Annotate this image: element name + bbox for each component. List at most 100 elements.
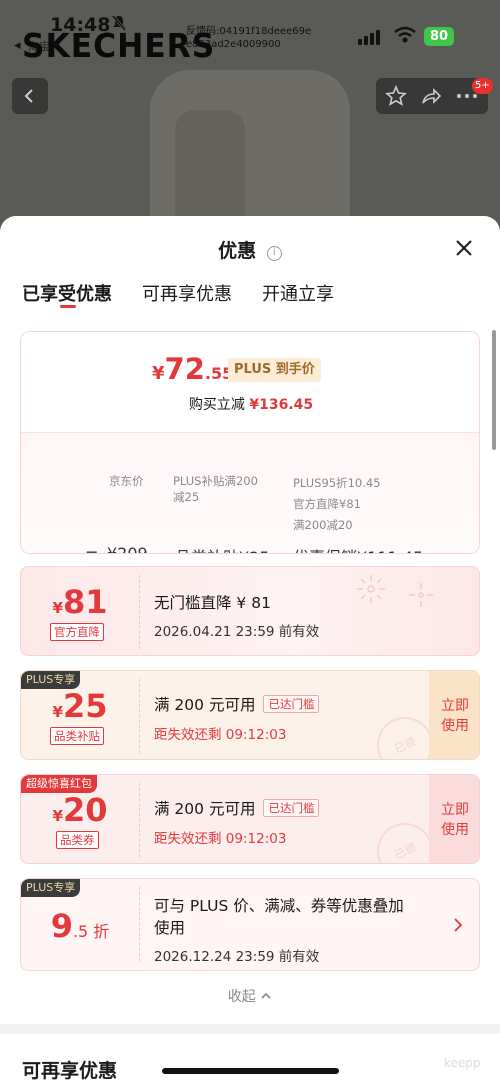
share-icon[interactable] bbox=[420, 85, 442, 107]
coupon-title-text: 满 200 元可用 bbox=[154, 800, 256, 818]
promo-note-line3: 满200减20 bbox=[293, 518, 353, 532]
instant-reduce-label: 购买立减 bbox=[188, 397, 245, 413]
promo-note: PLUS95折10.45 官方直降¥81 满200减20 bbox=[293, 473, 381, 536]
info-icon[interactable]: i bbox=[266, 246, 282, 261]
battery-indicator: 80 bbox=[424, 27, 454, 46]
final-price-integer: 72 bbox=[164, 352, 205, 386]
coupon-amount-suffix: .5 折 bbox=[72, 922, 110, 941]
coupon-validity: 2026.12.24 23:59 前有效 bbox=[154, 949, 320, 965]
background-product-page: ◂ 淘宝 SKECHERS 14:48 反馈码:04191f18deee69e … bbox=[0, 0, 500, 240]
formula-equals: = bbox=[85, 544, 99, 554]
price-summary-card: ¥72.55 PLUS 到手价 购买立减 ¥136.45 = ¥209 – 品类… bbox=[20, 331, 480, 554]
close-icon[interactable] bbox=[452, 236, 476, 260]
sheet-title: 优惠 i bbox=[0, 236, 500, 263]
use-now-label: 立即使用 bbox=[441, 698, 469, 734]
coupon-amount: ¥81 bbox=[21, 583, 139, 621]
chevron-left-icon bbox=[24, 89, 33, 103]
formula-minus-2: – bbox=[275, 544, 283, 554]
coupon-validity: 2026.04.21 23:59 前有效 bbox=[154, 624, 320, 640]
coupon-type-label: 官方直降 bbox=[50, 623, 104, 641]
coupon-category-subsidy[interactable]: PLUS专享 ¥25 品类补贴 满 200 元可用 已达门槛 距失效还剩 09:1… bbox=[20, 670, 480, 760]
coupon-divider bbox=[139, 575, 140, 649]
status-time: 14:48 bbox=[50, 14, 111, 36]
coupon-title: 可与 PLUS 价、满减、券等优惠叠加 使用 bbox=[154, 895, 404, 939]
coupon-type-label: 品类券 bbox=[56, 831, 99, 849]
coupon-amount: ¥25 bbox=[21, 687, 139, 725]
more-icon[interactable] bbox=[456, 93, 478, 99]
coupon-title: 满 200 元可用 已达门槛 bbox=[154, 693, 320, 715]
coupon-amount-value: 9 bbox=[50, 907, 73, 945]
subsidy-note: PLUS补贴满200 减25 bbox=[173, 473, 258, 505]
coupon-currency: ¥ bbox=[52, 599, 63, 617]
coupon-title-text: 满 200 元可用 bbox=[154, 696, 256, 714]
firework-decoration bbox=[357, 575, 433, 607]
chevron-right-icon[interactable] bbox=[453, 917, 463, 933]
use-now-label: 立即使用 bbox=[441, 802, 469, 838]
category-subsidy-value: 品类补贴¥25 bbox=[175, 544, 270, 553]
feedback-code-line1: 反馈码:04191f18deee69e bbox=[186, 26, 312, 37]
star-icon[interactable] bbox=[385, 85, 407, 107]
promo-note-line1: PLUS95折10.45 bbox=[293, 476, 381, 490]
use-now-button[interactable]: 立即使用 bbox=[429, 775, 479, 863]
tab-more-discounts[interactable]: 可再享优惠 bbox=[142, 280, 232, 316]
tab-activate-plus[interactable]: 开通立享 bbox=[262, 280, 334, 316]
coupon-amount-area: ¥81 官方直降 bbox=[21, 567, 139, 655]
coupon-amount: 9.5 折 bbox=[21, 907, 139, 945]
back-button[interactable] bbox=[12, 78, 48, 114]
coupon-countdown: 距失效还剩 09:12:03 bbox=[154, 827, 286, 847]
promo-note-line2: 官方直降¥81 bbox=[293, 497, 361, 511]
collapse-label: 收起 bbox=[227, 989, 256, 1005]
coupon-divider bbox=[139, 679, 140, 753]
coupon-amount-area: ¥25 品类补贴 bbox=[21, 671, 139, 759]
wifi-icon bbox=[394, 26, 416, 48]
jd-price-value: ¥209 bbox=[107, 544, 148, 554]
signal-icon bbox=[358, 30, 380, 45]
summary-top: ¥72.55 PLUS 到手价 购买立减 ¥136.45 bbox=[21, 332, 479, 432]
instant-reduce-line: 购买立减 ¥136.45 bbox=[21, 394, 479, 414]
coupon-amount-value: 20 bbox=[62, 791, 108, 829]
countdown-label: 距失效还剩 bbox=[154, 727, 226, 743]
instant-reduce-value: ¥136.45 bbox=[249, 397, 314, 413]
scrollbar[interactable] bbox=[492, 330, 496, 450]
back-to-app-icon[interactable]: ◂ bbox=[14, 38, 21, 53]
coupon-red-envelope[interactable]: 超级惊喜红包 ¥20 品类券 满 200 元可用 已达门槛 距失效还剩 09:12… bbox=[20, 774, 480, 864]
final-price: ¥72.55 bbox=[152, 352, 233, 386]
threshold-badge: 已达门槛 bbox=[263, 799, 320, 817]
coupon-title-line1: 可与 PLUS 价、满减、券等优惠叠加 bbox=[154, 897, 404, 915]
chevron-up-icon bbox=[261, 992, 271, 999]
bell-slash-icon bbox=[111, 15, 127, 35]
countdown-value: 09:12:03 bbox=[225, 831, 287, 847]
coupon-title-line2: 使用 bbox=[154, 919, 186, 937]
subsidy-note-line1: PLUS补贴满200 bbox=[173, 474, 258, 488]
coupon-official-reduction[interactable]: ¥81 官方直降 无门槛直降 ¥ 81 2026.04.21 23:59 前有效 bbox=[20, 566, 480, 656]
coupon-divider bbox=[139, 887, 140, 961]
coupon-amount-value: 81 bbox=[62, 583, 108, 621]
coupon-divider bbox=[139, 783, 140, 857]
coupon-title: 无门槛直降 ¥ 81 bbox=[154, 594, 271, 612]
formula-minus-1: – bbox=[155, 544, 163, 554]
tab-enjoyed-discounts[interactable]: 已享受优惠 bbox=[22, 280, 112, 316]
section-divider bbox=[0, 1024, 500, 1034]
subsidy-note-line2: 减25 bbox=[173, 490, 200, 504]
collapse-button[interactable]: 收起 bbox=[0, 986, 500, 1006]
discount-tabs: 已享受优惠 可再享优惠 开通立享 bbox=[22, 280, 334, 316]
coupon-title: 满 200 元可用 已达门槛 bbox=[154, 797, 320, 819]
coupon-type-label: 品类补贴 bbox=[50, 727, 104, 745]
more-discounts-section-title: 可再享优惠 bbox=[22, 1060, 118, 1082]
plus-price-tag: PLUS 到手价 bbox=[228, 358, 321, 382]
coupon-amount-value: 25 bbox=[62, 687, 108, 725]
promo-value: 优惠促销¥111.45 bbox=[293, 544, 423, 553]
final-price-currency: ¥ bbox=[152, 363, 165, 384]
coupon-plus-discount[interactable]: PLUS专享 9.5 折 可与 PLUS 价、满减、券等优惠叠加 使用 2026… bbox=[20, 878, 480, 971]
coupon-amount-area: 9.5 折 bbox=[21, 879, 139, 969]
threshold-badge: 已达门槛 bbox=[263, 695, 320, 713]
use-now-button[interactable]: 立即使用 bbox=[429, 671, 479, 759]
coupon-currency: ¥ bbox=[52, 703, 63, 721]
home-indicator[interactable] bbox=[162, 1068, 339, 1074]
coupon-countdown: 距失效还剩 09:12:03 bbox=[154, 723, 286, 743]
watermark: keepp bbox=[444, 1056, 481, 1070]
discount-sheet: 优惠 i 已享受优惠 可再享优惠 开通立享 ¥72.55 PLUS 到手价 购买… bbox=[0, 216, 500, 1084]
sheet-title-text: 优惠 bbox=[218, 240, 257, 262]
cart-badge: 5+ bbox=[472, 78, 493, 94]
feedback-code: 反馈码:04191f18deee69e e833ad2e4009900 bbox=[186, 25, 326, 51]
